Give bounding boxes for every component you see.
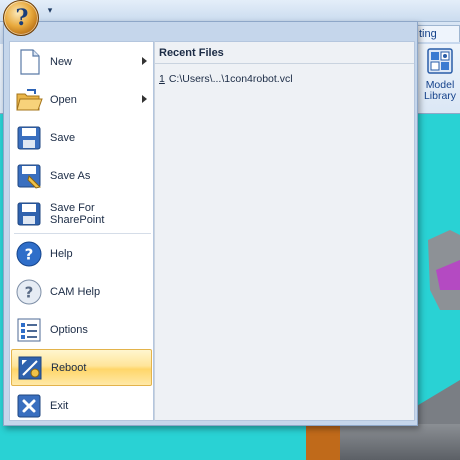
menu-item-save-for-sharepoint[interactable]: Save For SharePoint <box>11 195 152 232</box>
menu-item-open[interactable]: Open <box>11 81 152 118</box>
application-menu-button[interactable]: ? <box>3 0 39 36</box>
svg-text:?: ? <box>25 283 34 301</box>
menu-item-label: Save <box>50 131 76 144</box>
reboot-icon <box>18 356 42 379</box>
help-icon: ? <box>16 241 42 266</box>
menu-item-reboot[interactable]: Reboot <box>11 349 152 386</box>
sharepoint-save-icon <box>17 202 41 225</box>
menu-item-exit[interactable]: Exit <box>11 387 152 424</box>
menu-item-new[interactable]: New <box>11 43 152 80</box>
menu-item-label: Reboot <box>51 361 87 374</box>
submenu-arrow-icon <box>142 57 147 65</box>
recent-files-header: Recent Files <box>155 42 414 64</box>
recent-file-item[interactable]: 1 C:\Users\...\1con4robot.vcl <box>155 71 414 87</box>
recent-file-number: 1 <box>159 73 165 85</box>
svg-text:?: ? <box>25 245 34 263</box>
save-as-icon <box>17 164 41 189</box>
exit-icon <box>17 394 41 417</box>
model-library-icon <box>427 48 453 74</box>
menu-item-label: Exit <box>50 399 69 412</box>
options-icon <box>17 318 41 341</box>
floppy-disk-icon <box>17 126 41 149</box>
ribbon-tab-partial[interactable]: ting <box>412 25 460 42</box>
menu-item-options[interactable]: Options <box>11 311 152 348</box>
cam-help-icon: ? <box>16 279 42 304</box>
menu-separator <box>14 233 151 234</box>
menu-item-label: Save As <box>50 169 91 182</box>
menu-commands-panel: New Open Save Save As Save For SharePoin… <box>9 41 154 421</box>
menu-item-label: Save For SharePoint <box>50 201 105 226</box>
model-library-label-line2: Library <box>423 90 457 102</box>
recent-file-path: C:\Users\...\1con4robot.vcl <box>168 73 293 85</box>
open-folder-icon <box>16 88 43 110</box>
menu-item-label: New <box>50 55 73 68</box>
quick-access-customize-arrow[interactable]: ▾ <box>44 4 56 16</box>
submenu-arrow-icon <box>142 95 147 103</box>
menu-item-label: Open <box>50 93 77 106</box>
menu-item-save[interactable]: Save <box>11 119 152 156</box>
new-document-icon <box>20 48 40 75</box>
menu-item-label: Help <box>50 247 73 260</box>
menu-item-help[interactable]: ? Help <box>11 235 152 272</box>
menu-item-label: Options <box>50 323 88 336</box>
application-menu: New Open Save Save As Save For SharePoin… <box>3 21 418 426</box>
menu-item-cam-help[interactable]: ? CAM Help <box>11 273 152 310</box>
recent-files-panel: Recent Files 1 C:\Users\...\1con4robot.vc… <box>154 41 415 421</box>
menu-item-save-as[interactable]: Save As <box>11 157 152 194</box>
application-logo-icon: ? <box>15 5 29 31</box>
title-bar <box>0 0 460 22</box>
robot-base-graphic <box>340 424 460 460</box>
model-library-button[interactable]: Model Library <box>420 48 460 108</box>
menu-item-label: CAM Help <box>50 285 101 298</box>
